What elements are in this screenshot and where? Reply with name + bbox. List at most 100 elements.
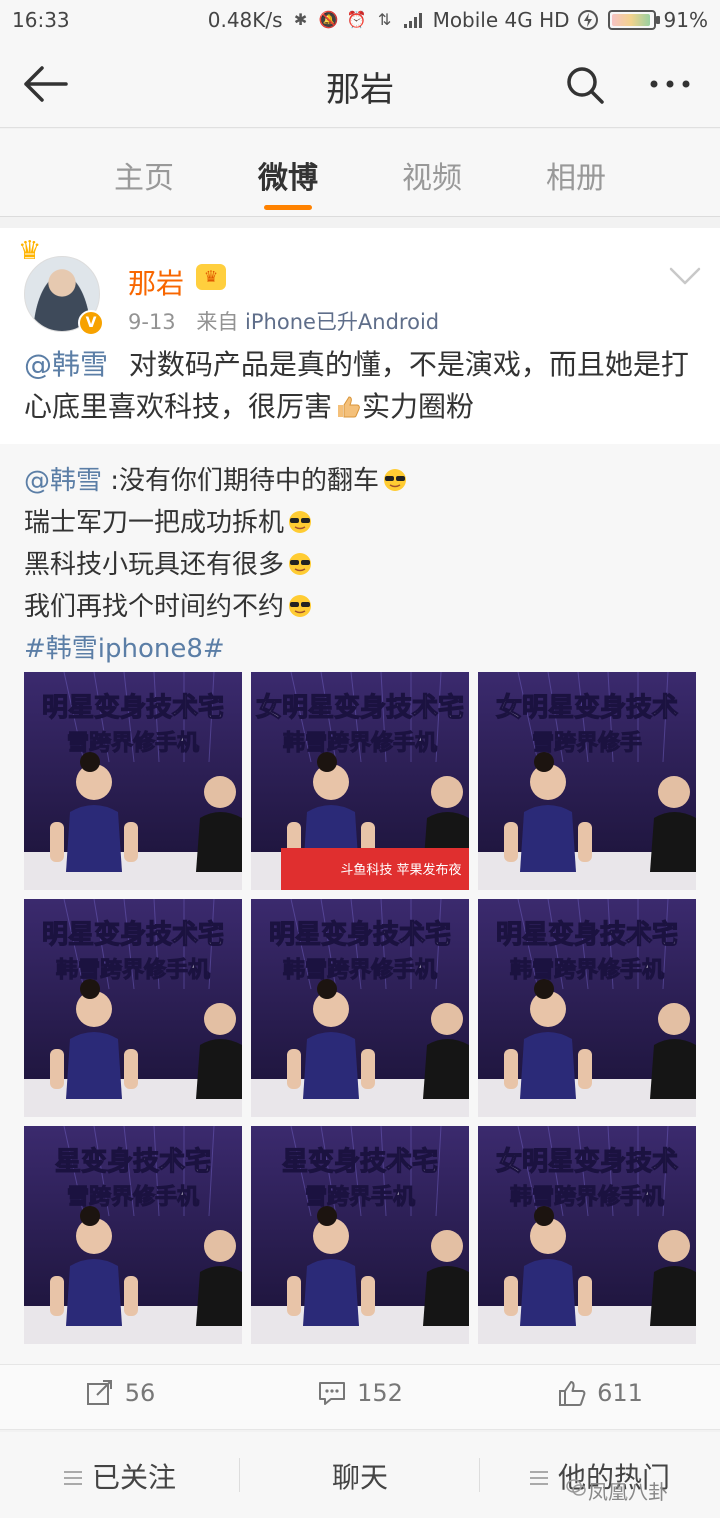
profile-tabs: 主页 微博 视频 相册 [0,129,720,217]
repost-line-3: 黑科技小玩具还有很多 [24,550,285,580]
post-meta: 9-13 来自 iPhone已升Android [128,306,439,336]
bluetooth-icon: ✱ [293,10,308,29]
comment-button[interactable]: 152 [240,1379,480,1407]
photo-image: 星变身技术宅雪跨界手机 [251,1126,469,1344]
photo-thumbnail[interactable]: 明星变身技术宅韩雪跨界修手机 [478,899,696,1117]
status-time: 16:33 [12,8,70,32]
photo-thumbnail[interactable]: 星变身技术宅雪跨界手机 [251,1126,469,1344]
photo-image: 明星变身技术宅韩雪跨界修手机 [24,899,242,1117]
photo-thumbnail[interactable]: 女明星变身技术雪跨界修手 [478,672,696,890]
active-tab-indicator [264,205,312,210]
charging-icon [577,10,598,30]
chat-button[interactable]: 聊天 [240,1456,480,1496]
status-icons: 0.48K/s ✱ 🔕 ⏰ ⇅ Mobile 4G HD 91% [208,8,708,32]
post-date: 9-13 [128,310,176,334]
network-speed: 0.48K/s [207,8,283,32]
status-bar: 16:33 0.48K/s ✱ 🔕 ⏰ ⇅ Mobile 4G HD 91% [0,0,720,40]
follow-button[interactable]: 已关注 [0,1456,240,1496]
photo-thumbnail[interactable]: 明星变身技术宅韩雪跨界修手机 [24,899,242,1117]
photo-image: 明星变身技术宅雪跨界修手机 [24,672,242,890]
repost-line-4: 我们再找个时间约不约 [24,592,285,622]
crown-icon: ♛ [18,236,42,266]
author-avatar-wrap[interactable]: ♛ V [18,238,104,336]
like-icon [559,1381,586,1406]
photo-banner-text: 星变身技术宅 [282,1146,438,1177]
sunglasses-emoji-icon [289,511,312,533]
mute-icon: 🔕 [318,10,339,29]
more-button[interactable] [640,62,700,106]
signal-icon [403,13,422,28]
photo-subtitle-text: 韩雪跨界修手机 [283,957,437,983]
sunglasses-emoji-icon [384,469,407,491]
comment-icon [319,1382,346,1405]
mention-link[interactable]: @韩雪 [24,348,108,381]
source-prefix: 来自 [196,310,239,334]
photo-subtitle-text: 韩雪跨界修手机 [510,957,664,983]
follow-label: 已关注 [91,1461,176,1494]
photo-image: 明星变身技术宅韩雪跨界修手机 [478,899,696,1117]
photo-thumbnail[interactable]: 女明星变身技术韩雪跨界修手机 [478,1126,696,1344]
hashtag-link[interactable]: #韩雪iphone8# [24,628,696,670]
wechat-logo-icon [566,1479,586,1496]
photo-subtitle-text: 韩雪跨界修手机 [56,957,210,983]
photo-image: 女明星变身技术雪跨界修手 [478,672,696,890]
photo-thumbnail[interactable]: 星变身技术宅雪跨界修手机 [24,1126,242,1344]
photo-subtitle-text: 雪跨界修手机 [67,730,199,756]
page-title: 那岩 [326,70,394,110]
desk-sign-text: 斗鱼科技 苹果发布夜 [340,862,461,878]
repost-line-2: 瑞士军刀一把成功拆机 [24,508,285,538]
repost-count: 56 [124,1379,156,1407]
like-button[interactable]: 611 [480,1379,720,1407]
photo-banner-text: 明星变身技术宅 [42,692,224,723]
thumbs-up-icon [338,396,360,418]
photo-subtitle-text: 雪跨界手机 [305,1185,415,1210]
author-name[interactable]: 那岩 [128,262,184,302]
post-body-end: 实力圈粉 [362,390,475,423]
menu-lines-icon [63,1471,82,1485]
photo-image: 星变身技术宅雪跨界修手机 [24,1126,242,1344]
comment-count: 152 [357,1379,403,1407]
photo-banner-text: 明星变身技术宅 [269,919,451,950]
nav-bar: 那岩 [0,40,720,128]
search-button[interactable] [560,62,610,106]
tab-weibo[interactable]: 微博 [228,153,348,197]
photo-subtitle-text: 雪跨界修手 [532,730,642,756]
chevron-down-icon[interactable] [668,264,702,288]
photo-image: 明星变身技术宅韩雪跨界修手机 [251,899,469,1117]
repost-text: @韩雪 :没有你们期待中的翻车 瑞士军刀一把成功拆机 黑科技小玩具还有很多 我们… [24,460,696,670]
post-actions: 56 152 611 [0,1364,720,1430]
photo-banner-text: 明星变身技术宅 [496,919,678,950]
network-type: Mobile 4G HD [432,8,570,32]
battery-icon [607,10,660,30]
photo-banner-text: 明星变身技术宅 [42,919,224,950]
photo-thumbnail[interactable]: 明星变身技术宅雪跨界修手机 [24,672,242,890]
more-icon [650,80,690,88]
repost-mention[interactable]: @韩雪 [24,466,102,496]
photo-banner-text: 女明星变身技术 [496,1146,678,1177]
photo-banner-text: 女明星变身技术 [496,692,678,723]
photo-subtitle-text: 韩雪跨界修手机 [510,1184,664,1210]
photo-banner-text: 星变身技术宅 [55,1146,211,1177]
repost-icon [86,1380,112,1405]
photo-thumbnail[interactable]: 明星变身技术宅韩雪跨界修手机 [251,899,469,1117]
profile-bottom-bar: 已关注 聊天 他的热门 [0,1432,720,1518]
tab-album[interactable]: 相册 [516,153,636,197]
verified-badge-icon: V [78,310,104,336]
photo-thumbnail[interactable]: 女明星变身技术宅 韩雪跨界修手机 斗鱼科技 苹果发布夜 [251,672,469,890]
photo-subtitle-text: 雪跨界修手机 [67,1184,199,1210]
vip-crown-icon: ♛ [196,264,226,290]
tab-video[interactable]: 视频 [372,153,492,197]
alarm-icon: ⏰ [346,10,367,29]
photo-banner-text: 女明星变身技术宅 [256,692,464,723]
post-source: iPhone已升Android [245,310,440,334]
photo-image: 女明星变身技术韩雪跨界修手机 [478,1126,696,1344]
search-icon [567,67,604,104]
menu-lines-icon [529,1471,548,1485]
sunglasses-emoji-icon [289,553,312,575]
battery-percent: 91% [663,8,708,32]
sunglasses-emoji-icon [289,595,312,617]
data-arrows-icon: ⇅ [377,10,392,29]
watermark: 凤凰八卦 [588,1480,668,1504]
repost-button[interactable]: 56 [0,1379,240,1407]
tab-home[interactable]: 主页 [84,153,204,197]
